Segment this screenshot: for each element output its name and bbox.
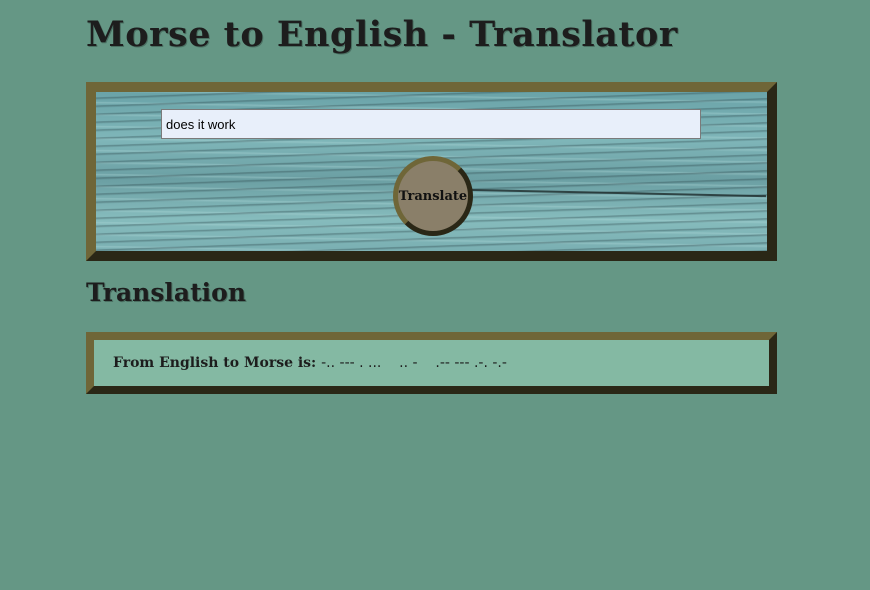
page: Morse to English - Translator Translate …: [0, 0, 870, 590]
input-panel: Translate: [86, 82, 777, 261]
output-panel: From English to Morse is: -.. --- . ... …: [86, 332, 777, 394]
wood-texture-crack: [466, 188, 766, 198]
translation-heading: Translation: [86, 278, 246, 307]
output-value: -.. --- . ... .. - .-- --- .-. -.-: [321, 355, 507, 371]
translate-button[interactable]: Translate: [393, 156, 473, 236]
page-title: Morse to English - Translator: [86, 14, 678, 55]
output-label: From English to Morse is:: [113, 355, 322, 371]
text-input[interactable]: [161, 109, 701, 139]
